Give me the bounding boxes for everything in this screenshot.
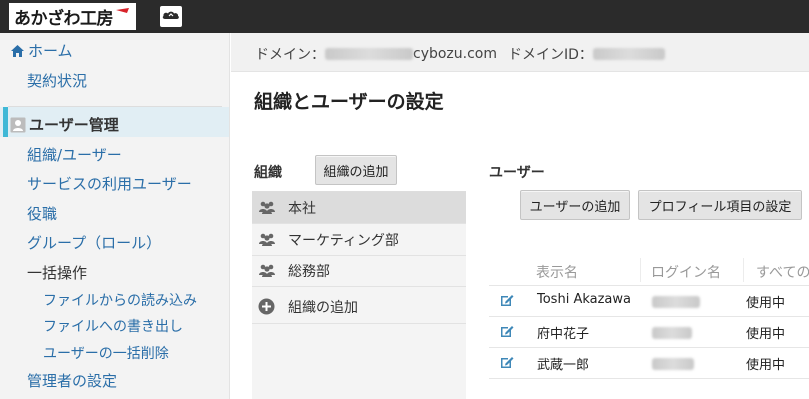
sidebar-item-bulk-delete[interactable]: ユーザーの一括削除 — [43, 344, 169, 364]
column-divider — [640, 258, 641, 282]
cybozu-cloud-icon[interactable] — [160, 6, 182, 27]
domain-bar: ドメイン： dev-akazawa cybozu.com ドメインID： c31… — [231, 33, 809, 72]
domain-label: ドメイン： — [255, 47, 325, 63]
org-item-honsha[interactable]: 本社 — [252, 192, 466, 223]
user-status: 使用中 — [746, 327, 786, 342]
edit-icon[interactable] — [499, 354, 515, 370]
login-name-redacted: musashi — [652, 357, 694, 370]
org-item-general-affairs[interactable]: 総務部 — [252, 255, 466, 286]
org-group-icon — [259, 201, 275, 214]
login-name-redacted: akazawa — [652, 295, 700, 308]
table-header-border — [489, 285, 809, 286]
user-display-name[interactable]: 武蔵一郎 — [537, 354, 589, 373]
sidebar-item-home[interactable]: ホーム — [10, 41, 73, 61]
org-divider — [252, 323, 466, 324]
org-item-marketing[interactable]: マーケティング部 — [252, 224, 466, 255]
org-divider — [252, 286, 466, 287]
sidebar-divider — [8, 106, 222, 107]
sidebar-section-bulk: 一括操作 — [27, 264, 88, 282]
sidebar-item-export[interactable]: ファイルへの書き出し — [43, 317, 183, 337]
user-admin-icon — [10, 117, 26, 133]
column-header-display-name[interactable]: 表示名 — [536, 262, 578, 282]
sidebar-item-contract[interactable]: 契約状況 — [27, 71, 87, 91]
org-panel-label: 組織 — [254, 165, 282, 181]
user-login-name: hanako — [652, 325, 692, 340]
sidebar-item-org-users[interactable]: 組織/ユーザー — [27, 145, 122, 165]
user-status: 使用中 — [746, 296, 786, 311]
top-bar: あかざわ工房 — [0, 0, 809, 33]
org-add-item[interactable]: 組織の追加 — [252, 291, 466, 322]
login-name-redacted: hanako — [652, 326, 692, 339]
sidebar-user-admin-label: ユーザー管理 — [29, 116, 119, 134]
edit-icon[interactable] — [499, 323, 515, 339]
org-add-label: 組織の追加 — [288, 299, 358, 316]
user-display-name[interactable]: 府中花子 — [537, 323, 589, 342]
domain-name-redacted: dev-akazawa — [325, 48, 413, 60]
add-org-button[interactable]: 組織の追加 — [315, 155, 397, 185]
domain-id-label: ドメインID： — [508, 47, 593, 63]
plus-circle-icon — [258, 298, 275, 315]
sidebar-item-groups[interactable]: グループ（ロール） — [27, 233, 161, 253]
table-row-border — [489, 316, 809, 317]
brand-logo[interactable]: あかざわ工房 — [9, 3, 136, 30]
edit-icon[interactable] — [499, 292, 515, 308]
user-status: 使用中 — [746, 358, 786, 373]
profile-settings-button[interactable]: プロフィール項目の設定 — [638, 190, 802, 220]
domain-suffix: cybozu.com — [413, 46, 498, 62]
org-tree: 本社 マーケティング部 総務部 組織の追加 — [252, 191, 466, 399]
column-header-all[interactable]: すべての — [756, 262, 809, 282]
sidebar-active-indicator — [3, 107, 8, 137]
page-title: 組織とユーザーの設定 — [254, 91, 444, 113]
logo-text: あかざわ工房 — [14, 9, 114, 29]
table-row-border — [489, 347, 809, 348]
sidebar-item-admin-settings[interactable]: 管理者の設定 — [27, 371, 117, 391]
sidebar-item-service-users[interactable]: サービスの利用ユーザー — [27, 174, 192, 194]
user-display-name[interactable]: Toshi Akazawa — [537, 292, 631, 307]
column-divider — [743, 258, 744, 282]
org-item-label: 本社 — [288, 200, 316, 217]
add-user-button[interactable]: ユーザーの追加 — [520, 190, 630, 220]
user-panel-label: ユーザー — [489, 165, 545, 181]
org-group-icon — [259, 233, 275, 246]
org-item-label: 総務部 — [288, 263, 330, 280]
user-login-name: akazawa — [652, 294, 700, 309]
sidebar-item-titles[interactable]: 役職 — [27, 204, 57, 224]
logo-mark-icon — [116, 8, 129, 13]
home-icon — [11, 45, 24, 57]
domain-id-redacted: c310113 — [592, 48, 665, 60]
sidebar-section-user-admin: ユーザー管理 — [10, 115, 119, 135]
user-login-name: musashi — [652, 356, 694, 371]
sidebar-item-import[interactable]: ファイルからの読み込み — [43, 291, 197, 311]
sidebar-home-label: ホーム — [28, 42, 73, 60]
org-group-icon — [259, 264, 275, 277]
domain-info: ドメイン： dev-akazawa cybozu.com ドメインID： c31… — [255, 44, 665, 64]
table-row-border — [489, 378, 809, 379]
org-item-label: マーケティング部 — [288, 232, 399, 249]
column-header-login-name[interactable]: ログイン名 — [651, 262, 721, 282]
